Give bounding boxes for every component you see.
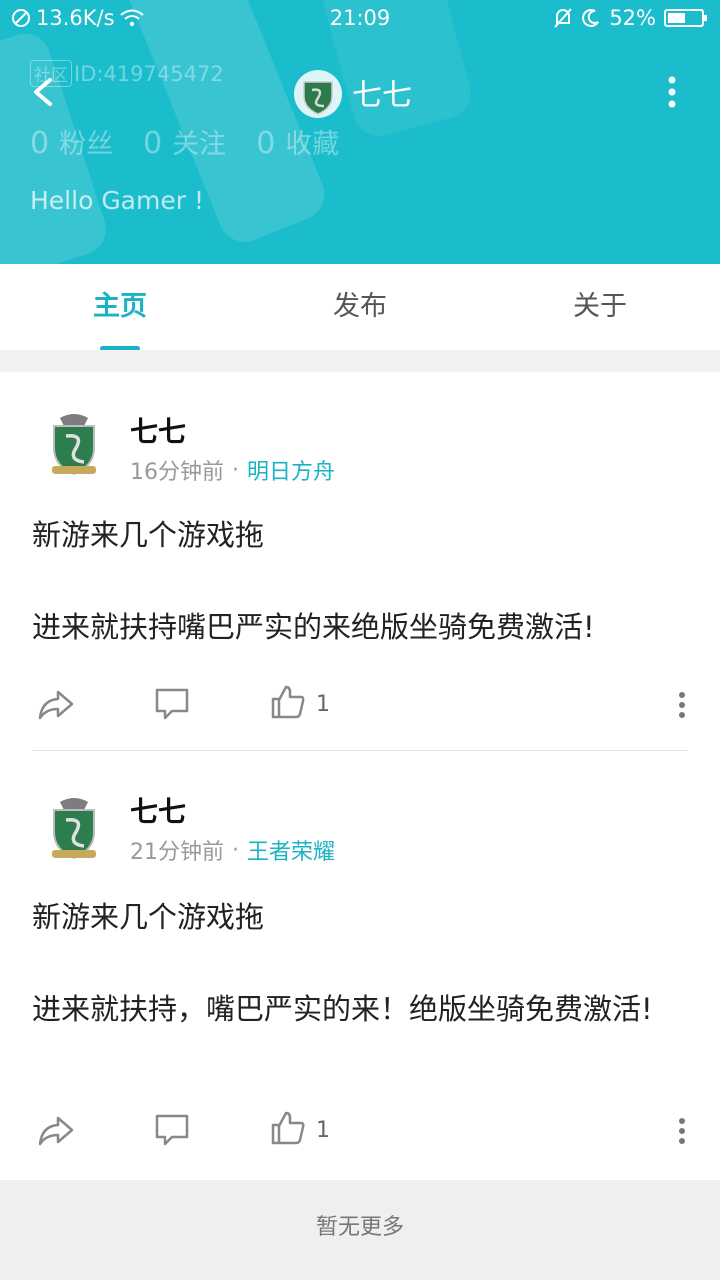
profile-header: 13.6K/s 21:09 52% 社区 ID:419745472 七七 0 粉丝… (0, 0, 720, 264)
section-gap (0, 350, 720, 372)
meta-separator: · (232, 457, 239, 483)
meta-separator: · (232, 837, 239, 863)
comment-button[interactable] (152, 1110, 192, 1150)
crest-avatar-icon (303, 81, 333, 115)
post-time: 16分钟前 (130, 460, 224, 485)
thumbs-up-icon (271, 685, 305, 719)
post-avatar[interactable] (38, 792, 110, 864)
thumbs-up-icon (271, 1111, 305, 1145)
no-more-footer: 暂无更多 (0, 1180, 720, 1280)
post-game-tag[interactable]: 明日方舟 (247, 454, 335, 486)
stat-favorites[interactable]: 0 收藏 (256, 122, 339, 161)
profile-name: 七七 (352, 78, 412, 113)
share-button[interactable] (36, 684, 76, 724)
post-game-tag[interactable]: 王者荣耀 (247, 834, 335, 866)
comment-button[interactable] (152, 684, 192, 724)
back-button[interactable] (22, 70, 66, 114)
battery-icon (664, 9, 707, 27)
post-more-button[interactable] (678, 690, 686, 720)
tab-about[interactable]: 关于 (480, 264, 720, 350)
post-author[interactable]: 七七 (130, 790, 186, 830)
post-more-button[interactable] (678, 1116, 686, 1146)
like-count: 1 (316, 1118, 330, 1143)
profile-stats: 0 粉丝 0 关注 0 收藏 (30, 122, 339, 161)
post-author[interactable]: 七七 (130, 410, 186, 450)
tab-home[interactable]: 主页 (0, 264, 240, 350)
mute-icon (554, 8, 573, 28)
header-avatar[interactable] (294, 70, 342, 118)
post-meta: 16分钟前 · 明日方舟 (130, 454, 335, 486)
share-icon (38, 1116, 74, 1146)
stat-fans[interactable]: 0 粉丝 (30, 122, 113, 161)
like-button[interactable] (268, 682, 308, 722)
crest-avatar-icon (38, 408, 110, 480)
crest-avatar-icon (38, 792, 110, 864)
tab-posts[interactable]: 发布 (240, 264, 480, 350)
share-icon (38, 690, 74, 720)
moon-icon (582, 9, 600, 27)
post-divider (32, 750, 688, 751)
post-meta: 21分钟前 · 王者荣耀 (130, 834, 335, 866)
share-button[interactable] (36, 1110, 76, 1150)
post-text: 新游来几个游戏拖 进来就扶持嘴巴严实的来绝版坐骑免费激活! (32, 518, 595, 644)
like-button[interactable] (268, 1108, 308, 1148)
more-vertical-icon (679, 1118, 685, 1144)
post-text: 新游来几个游戏拖 进来就扶持，嘴巴严实的来！绝版坐骑免费激活! (32, 900, 653, 1026)
battery-percent: 52% (609, 6, 656, 30)
more-vertical-icon (679, 692, 685, 718)
profile-tabs: 主页 发布 关于 (0, 264, 720, 350)
more-button[interactable] (662, 72, 682, 116)
more-vertical-icon (668, 76, 676, 108)
comment-icon (155, 1114, 189, 1146)
post-avatar[interactable] (38, 408, 110, 480)
back-icon (34, 78, 52, 106)
status-bar: 13.6K/s 21:09 52% (0, 0, 720, 38)
post-time: 21分钟前 (130, 840, 224, 865)
like-count: 1 (316, 692, 330, 717)
profile-bio: Hello Gamer ! (30, 186, 204, 215)
id-text: ID:419745472 (74, 61, 224, 86)
stat-following[interactable]: 0 关注 (143, 122, 226, 161)
comment-icon (155, 688, 189, 720)
